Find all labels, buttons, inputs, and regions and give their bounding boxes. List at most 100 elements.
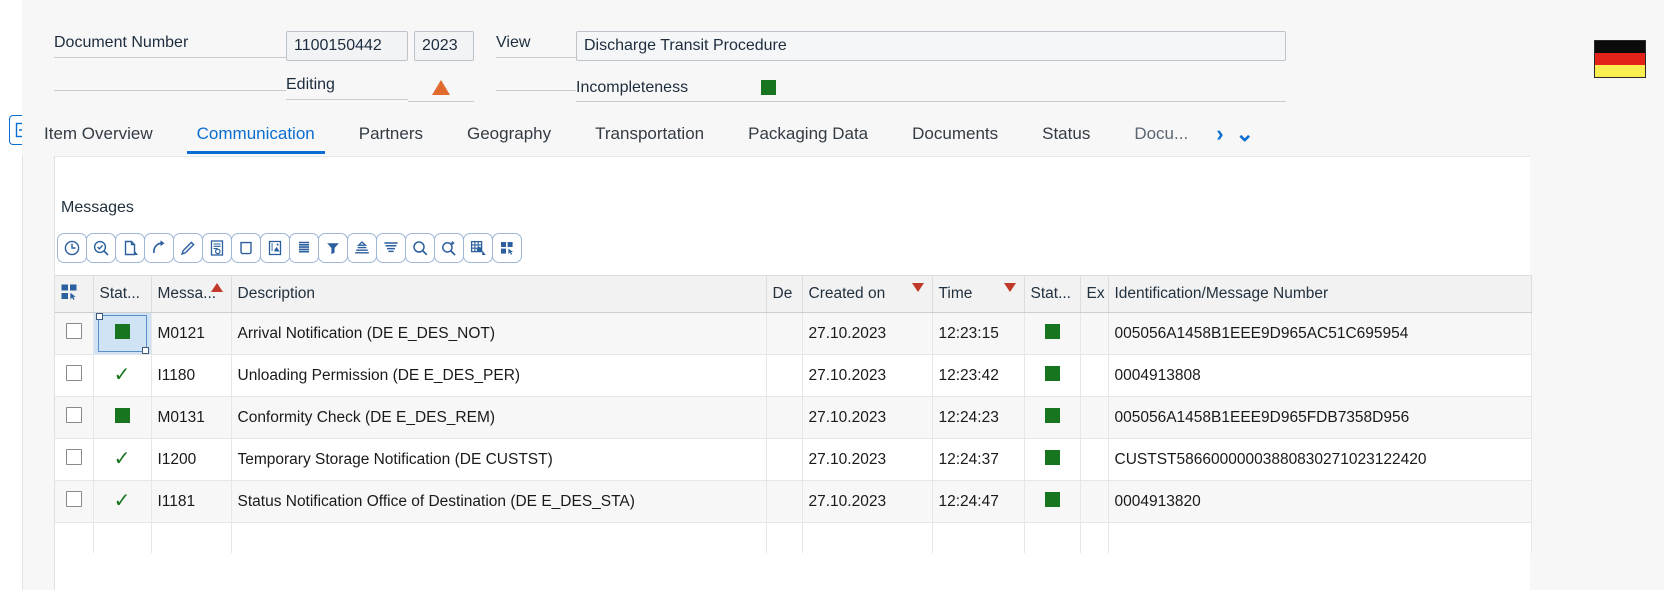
empty-cell <box>93 522 152 553</box>
table-body: M0121 Arrival Notification (DE E_DES_NOT… <box>55 312 1532 553</box>
column-header-select[interactable] <box>55 275 94 313</box>
document-number-field[interactable]: 1100150442 <box>286 31 408 61</box>
row-ex <box>1080 396 1109 439</box>
column-header-description[interactable]: Description <box>231 275 767 313</box>
green-square-icon <box>114 323 130 339</box>
layout-select-icon[interactable] <box>492 233 522 263</box>
column-header-status2[interactable]: Stat... <box>1024 275 1081 313</box>
column-header-created-on[interactable]: Created on <box>802 275 933 313</box>
column-header-de[interactable]: De <box>766 275 803 313</box>
row-status-cell[interactable]: ✓ <box>93 354 152 397</box>
tab-geography[interactable]: Geography <box>445 112 573 156</box>
row-time: 12:23:15 <box>932 312 1025 355</box>
tab-partners[interactable]: Partners <box>337 112 445 156</box>
green-square-icon <box>1044 491 1060 507</box>
row-checkbox-cell[interactable] <box>55 438 94 481</box>
table-row[interactable]: M0131 Conformity Check (DE E_DES_REM) 27… <box>55 396 1532 439</box>
row-checkbox[interactable] <box>65 407 82 423</box>
sort-descending-icon[interactable] <box>376 233 406 263</box>
search-check-icon[interactable] <box>86 233 116 263</box>
row-checkbox-cell[interactable] <box>55 354 94 397</box>
document-image-icon[interactable] <box>260 233 290 263</box>
row-created-on: 27.10.2023 <box>802 354 933 397</box>
editing-label: Editing <box>286 76 408 100</box>
empty-cell <box>55 522 94 553</box>
editing-status-container <box>408 74 474 102</box>
column-header-ex[interactable]: Ex <box>1080 275 1109 313</box>
magnifier-plus-icon[interactable] <box>434 233 464 263</box>
pencil-edit-icon[interactable] <box>173 233 203 263</box>
table-row[interactable]: ✓ I1180 Unloading Permission (DE E_DES_P… <box>55 354 1532 397</box>
row-checkbox[interactable] <box>65 323 82 339</box>
row-checkbox[interactable] <box>65 365 82 381</box>
row-time: 12:24:23 <box>932 396 1025 439</box>
row-checkbox-cell[interactable] <box>55 396 94 439</box>
empty-cell <box>1108 522 1532 553</box>
table-row[interactable]: ✓ I1181 Status Notification Office of De… <box>55 480 1532 523</box>
history-icon[interactable] <box>57 233 87 263</box>
row-description: Conformity Check (DE E_DES_REM) <box>231 396 767 439</box>
row-description: Unloading Permission (DE E_DES_PER) <box>231 354 767 397</box>
empty-cell <box>231 522 767 553</box>
blank-page-icon[interactable] <box>231 233 261 263</box>
empty-cell <box>766 522 803 553</box>
row-status2-cell <box>1024 396 1081 439</box>
table-row[interactable]: ✓ I1200 Temporary Storage Notification (… <box>55 438 1532 481</box>
view-field[interactable]: Discharge Transit Procedure <box>576 31 1286 61</box>
tab-docu-truncated[interactable]: Docu... <box>1112 112 1210 156</box>
empty-cell <box>932 522 1025 553</box>
tab-status[interactable]: Status <box>1020 112 1112 156</box>
column-header-message[interactable]: Messa... <box>151 275 232 313</box>
row-de <box>766 312 803 355</box>
tab-communication[interactable]: Communication <box>175 112 337 156</box>
row-description: Temporary Storage Notification (DE CUSTS… <box>231 438 767 481</box>
filter-funnel-icon[interactable] <box>318 233 348 263</box>
tab-transportation[interactable]: Transportation <box>573 112 726 156</box>
sort-descending-marker-time <box>1003 283 1016 292</box>
column-header-message-label: Messa... <box>157 285 217 302</box>
document-search-icon[interactable] <box>202 233 232 263</box>
row-status-cell[interactable] <box>93 312 152 355</box>
tab-item-overview[interactable]: Item Overview <box>22 112 175 156</box>
row-checkbox[interactable] <box>65 491 82 507</box>
row-identification: 0004913820 <box>1108 480 1532 523</box>
redo-arrow-icon[interactable] <box>144 233 174 263</box>
empty-cell <box>802 522 933 553</box>
row-checkbox-cell[interactable] <box>55 480 94 523</box>
column-header-identification[interactable]: Identification/Message Number <box>1108 275 1532 313</box>
green-check-icon: ✓ <box>113 448 131 470</box>
row-status-cell[interactable]: ✓ <box>93 438 152 481</box>
tab-documents[interactable]: Documents <box>890 112 1020 156</box>
sort-ascending-marker <box>210 283 223 292</box>
row-ex <box>1080 354 1109 397</box>
row-identification: 005056A1458B1EEE9D965FDB7358D956 <box>1108 396 1532 439</box>
column-header-time[interactable]: Time <box>932 275 1025 313</box>
table-settings-icon[interactable] <box>463 233 493 263</box>
tab-strip: Item Overview Communication Partners Geo… <box>22 112 1664 156</box>
list-lines-icon[interactable] <box>289 233 319 263</box>
column-header-status[interactable]: Stat... <box>93 275 152 313</box>
row-status-cell[interactable] <box>93 396 152 439</box>
row-checkbox-cell[interactable] <box>55 312 94 355</box>
document-year-field[interactable]: 2023 <box>414 31 474 61</box>
green-square-icon <box>114 407 130 423</box>
row-time: 12:23:42 <box>932 354 1025 397</box>
select-all-icon <box>61 284 78 305</box>
messages-table-container: Stat... Messa... Description De Created … <box>55 275 1532 553</box>
header-row-primary: Document Number 1100150442 2023 View Dis… <box>22 30 1286 62</box>
left-rail <box>0 0 23 590</box>
messages-section-title: Messages <box>61 199 134 216</box>
column-header-time-label: Time <box>938 285 973 302</box>
sort-ascending-icon[interactable] <box>347 233 377 263</box>
magnifier-icon[interactable] <box>405 233 435 263</box>
tab-packaging-data[interactable]: Packaging Data <box>726 112 890 156</box>
table-row[interactable]: M0121 Arrival Notification (DE E_DES_NOT… <box>55 312 1532 355</box>
chevron-right-icon[interactable]: › <box>1216 123 1223 145</box>
document-corner-icon[interactable] <box>115 233 145 263</box>
row-status-cell[interactable]: ✓ <box>93 480 152 523</box>
tab-overflow-controls: › ⌄ <box>1210 123 1254 145</box>
row-created-on: 27.10.2023 <box>802 438 933 481</box>
chevron-down-icon[interactable]: ⌄ <box>1236 123 1254 145</box>
row-checkbox[interactable] <box>65 449 82 465</box>
row-identification: 005056A1458B1EEE9D965AC51C695954 <box>1108 312 1532 355</box>
